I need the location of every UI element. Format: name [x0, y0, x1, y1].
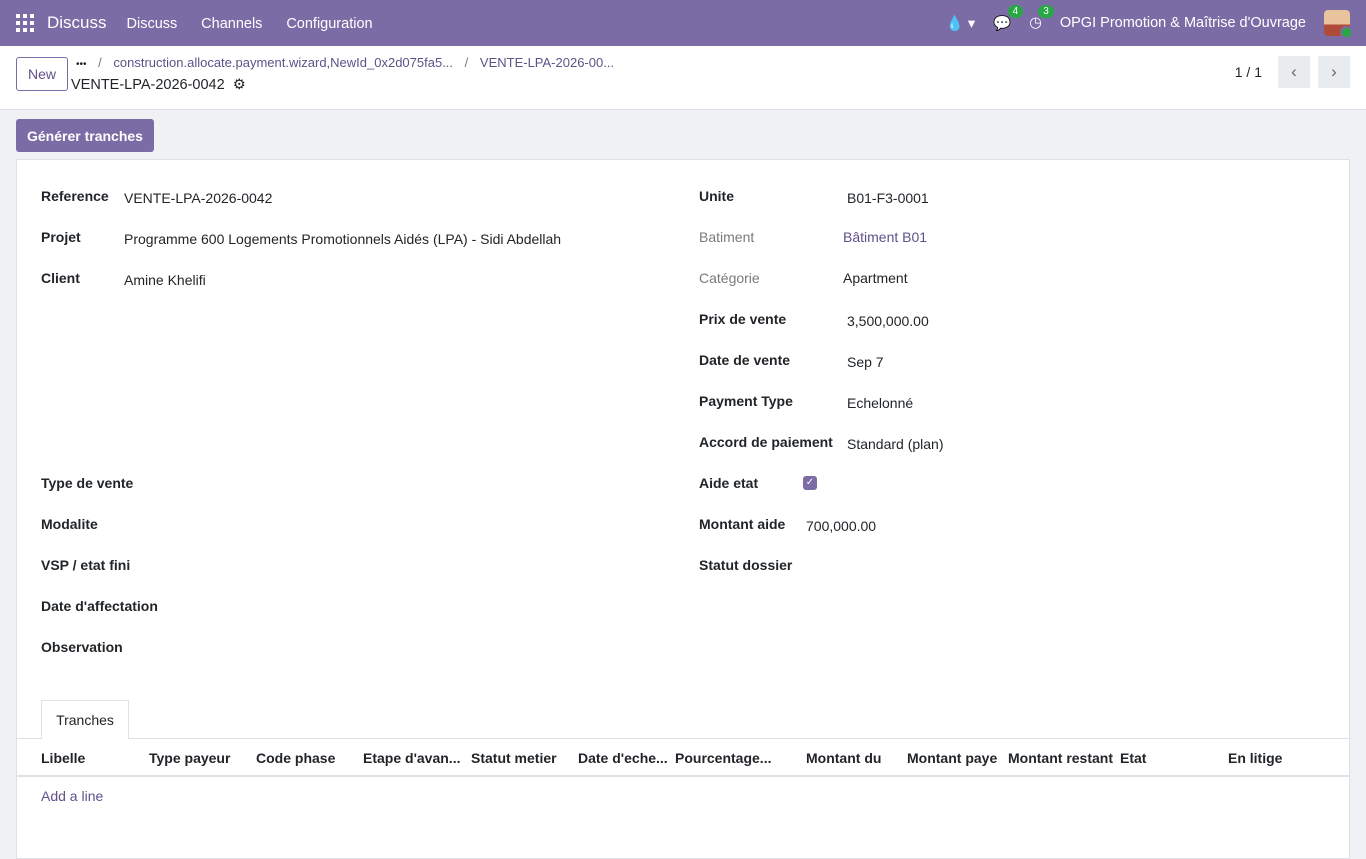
tab-tranches[interactable]: Tranches [41, 700, 129, 739]
pager-next-button[interactable]: › [1318, 56, 1350, 88]
breadcrumb-ellipsis[interactable]: ••• [76, 59, 87, 70]
top-navbar: Discuss Discuss Channels Configuration 💧… [0, 0, 1366, 46]
label-aide-etat: Aide etat [699, 475, 759, 491]
col-etape[interactable]: Etape d'avan... [363, 750, 460, 766]
field-unite[interactable]: B01-F3-0001 [847, 190, 929, 206]
col-libelle[interactable]: Libelle [41, 750, 85, 766]
record-title-row: VENTE-LPA-2026-0042 ⚙ [71, 77, 246, 93]
company-name[interactable]: OPGI Promotion & Maîtrise d'Ouvrage [1060, 15, 1306, 31]
field-accord-paiement[interactable]: Standard (plan) [847, 436, 944, 452]
label-projet: Projet [41, 229, 81, 245]
breadcrumb-wizard-link[interactable]: construction.allocate.payment.wizard,New… [113, 55, 453, 70]
label-categorie: Catégorie [699, 270, 760, 286]
control-panel: New ••• / construction.allocate.payment.… [0, 46, 1366, 110]
label-montant-aide: Montant aide [699, 516, 786, 532]
field-reference[interactable]: VENTE-LPA-2026-0042 [124, 190, 272, 206]
label-reference: Reference [41, 188, 109, 204]
col-date-echeance[interactable]: Date d'eche... [578, 750, 668, 766]
col-etat[interactable]: Etat [1120, 750, 1146, 766]
label-unite: Unite [699, 188, 734, 204]
droplet-dropdown-icon[interactable]: 💧 ▾ [946, 15, 975, 32]
aide-etat-checkbox[interactable]: ✓ [803, 476, 817, 490]
col-type-payeur[interactable]: Type payeur [149, 750, 230, 766]
label-vsp: VSP / etat fini [41, 557, 131, 573]
app-name[interactable]: Discuss [47, 13, 107, 33]
col-pourcentage[interactable]: Pourcentage... [675, 750, 771, 766]
label-modalite: Modalite [41, 516, 98, 532]
col-code-phase[interactable]: Code phase [256, 750, 335, 766]
field-montant-aide[interactable]: 700,000.00 [806, 518, 876, 534]
field-categorie: Apartment [843, 270, 908, 286]
breadcrumb-sale-link[interactable]: VENTE-LPA-2026-00... [480, 55, 614, 70]
pager-value[interactable]: 1 / 1 [1235, 64, 1262, 80]
menu-configuration[interactable]: Configuration [286, 16, 372, 32]
main-menu: Discuss Channels Configuration [127, 15, 393, 32]
form-sheet: Reference VENTE-LPA-2026-0042 Projet Pro… [16, 159, 1350, 859]
col-en-litige[interactable]: En litige [1228, 750, 1282, 766]
breadcrumb: ••• / construction.allocate.payment.wiza… [76, 55, 615, 70]
action-bar: Générer tranches [0, 110, 1366, 159]
new-button[interactable]: New [16, 57, 68, 91]
col-montant-paye[interactable]: Montant paye [907, 750, 997, 766]
label-payment-type: Payment Type [699, 393, 793, 409]
navbar-systray: 💧 ▾ 💬 4 ◷ 3 OPGI Promotion & Maîtrise d'Ou… [946, 4, 1353, 39]
field-batiment-link[interactable]: Bâtiment B01 [843, 229, 927, 245]
label-date-vente: Date de vente [699, 352, 791, 368]
record-title: VENTE-LPA-2026-0042 [71, 77, 225, 93]
tranches-table-header: Libelle Type payeur Code phase Etape d'a… [17, 739, 1349, 777]
menu-discuss[interactable]: Discuss [127, 16, 178, 32]
label-prix-vente: Prix de vente [699, 311, 787, 327]
app-grid-icon[interactable] [16, 14, 34, 32]
label-observation: Observation [41, 639, 123, 655]
field-prix-vente[interactable]: 3,500,000.00 [847, 313, 929, 329]
generate-tranches-button[interactable]: Générer tranches [16, 119, 154, 152]
field-projet[interactable]: Programme 600 Logements Promotionnels Ai… [124, 231, 561, 247]
pager-previous-button[interactable]: ‹ [1278, 56, 1310, 88]
field-payment-type[interactable]: Echelonné [847, 395, 913, 411]
label-accord-paiement: Accord de paiement [699, 434, 833, 450]
col-statut-metier[interactable]: Statut metier [471, 750, 557, 766]
label-type-vente: Type de vente [41, 475, 134, 491]
label-statut-dossier: Statut dossier [699, 557, 793, 573]
add-line-link[interactable]: Add a line [41, 788, 103, 804]
label-batiment: Batiment [699, 229, 755, 245]
col-montant-du[interactable]: Montant du [806, 750, 881, 766]
field-client[interactable]: Amine Khelifi [124, 272, 206, 288]
pager: 1 / 1 ‹ › [1235, 56, 1350, 88]
messages-icon[interactable]: 💬 4 [993, 4, 1024, 32]
activity-clock-icon[interactable]: ◷ 3 [1029, 5, 1054, 31]
label-date-affectation: Date d'affectation [41, 598, 158, 614]
activity-count-badge: 3 [1038, 5, 1054, 18]
messages-count-badge: 4 [1007, 4, 1024, 18]
col-montant-restant[interactable]: Montant restant [1008, 750, 1113, 766]
menu-channels[interactable]: Channels [201, 16, 262, 32]
field-date-vente[interactable]: Sep 7 [847, 354, 884, 370]
gear-icon[interactable]: ⚙ [233, 77, 246, 93]
label-client: Client [41, 270, 80, 286]
user-avatar[interactable] [1324, 10, 1353, 39]
